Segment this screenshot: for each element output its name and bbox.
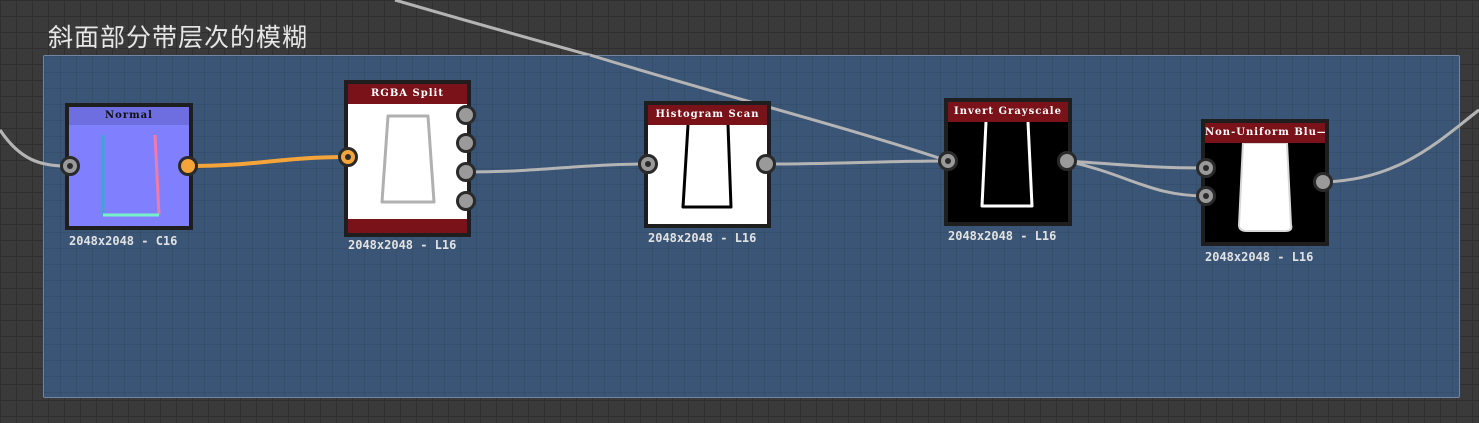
blur-thumbnail-shape [1237,143,1293,232]
node-resolution: 2048x2048 - L16 [648,231,757,245]
node-thumbnail: Normal [69,107,189,226]
node-rgba-split-output-a[interactable] [456,191,476,211]
node-footer-bar [348,219,467,233]
node-resolution: 2048x2048 - L16 [948,229,1057,243]
node-resolution: 2048x2048 - L16 [348,238,457,252]
node-histogram-scan-output-port[interactable] [756,154,776,174]
normal-thumbnail-shape [101,134,161,217]
node-rgba-split-output-g[interactable] [456,133,476,153]
node-resolution: 2048x2048 - L16 [1205,250,1314,264]
node-non-uniform-blur-output-port[interactable] [1313,172,1333,192]
node-rgba-split-output-r[interactable] [456,105,476,125]
node-rgba-split[interactable]: RGBA Split [344,80,471,237]
node-title: Histogram Scan [648,105,767,125]
node-invert-grayscale[interactable]: Invert Grayscale [944,98,1072,226]
node-thumbnail: Non-Uniform Blu— [1205,123,1325,242]
node-histogram-scan[interactable]: Histogram Scan [644,101,771,228]
node-normal-output-port[interactable] [178,156,198,176]
node-thumbnail: Histogram Scan [648,105,767,224]
node-thumbnail: RGBA Split [348,84,467,233]
node-histogram-scan-input-port[interactable] [638,154,658,174]
node-invert-grayscale-input-port[interactable] [938,151,958,171]
node-title: Invert Grayscale [948,102,1068,122]
node-title: RGBA Split [348,84,467,104]
node-rgba-split-input-port[interactable] [338,147,358,167]
node-thumbnail: Invert Grayscale [948,102,1068,222]
split-thumbnail-shape [380,114,436,204]
node-normal[interactable]: Normal [65,103,193,230]
node-non-uniform-blur-intensity-port[interactable] [1196,186,1216,206]
invert-thumbnail-shape [980,122,1034,208]
node-resolution: 2048x2048 - C16 [69,234,178,248]
node-non-uniform-blur-input-port[interactable] [1196,158,1216,178]
node-rgba-split-output-b[interactable] [456,162,476,182]
node-title: Non-Uniform Blu— [1205,123,1325,143]
node-title: Normal [69,107,189,125]
node-non-uniform-blur[interactable]: Non-Uniform Blu— [1201,119,1329,246]
node-invert-grayscale-output-port[interactable] [1057,151,1077,171]
histogram-thumbnail-shape [681,125,733,209]
node-normal-input-port[interactable] [60,156,80,176]
